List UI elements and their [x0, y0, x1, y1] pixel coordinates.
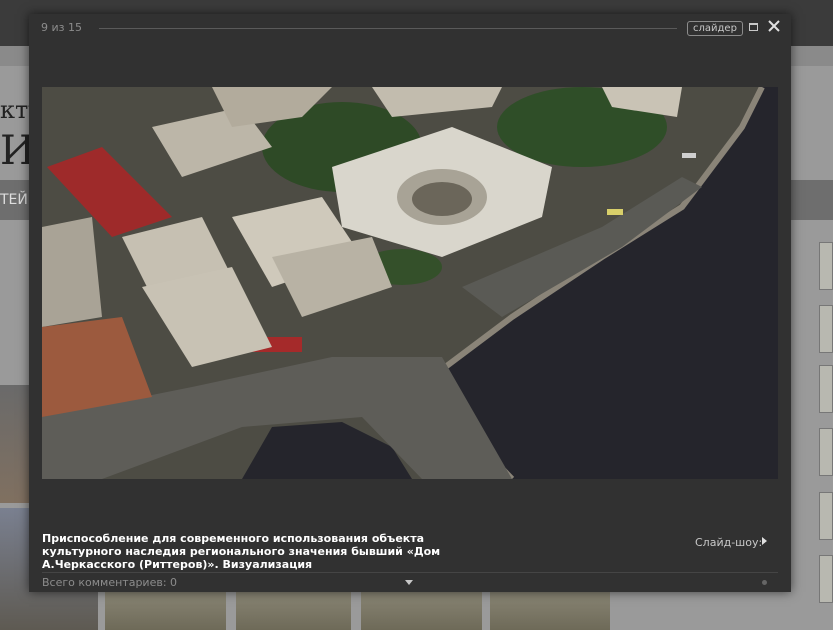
aerial-city-photo: [42, 87, 778, 479]
background-nav-fragment: ТЕЙ: [0, 192, 28, 208]
background-side-thumbnail: [819, 365, 833, 413]
slideshow-label[interactable]: Слайд-шоу:: [695, 536, 762, 549]
play-icon[interactable]: [762, 537, 767, 545]
image-counter: 9 из 15: [41, 21, 82, 34]
image-caption: Приспособление для современного использо…: [42, 532, 441, 571]
maximize-icon[interactable]: [749, 23, 758, 31]
background-image-left: [0, 385, 30, 503]
background-side-thumbnail: [819, 305, 833, 353]
comments-count[interactable]: Всего комментариев: 0: [42, 576, 177, 589]
dot-icon: [762, 580, 767, 585]
progress-line: [99, 28, 677, 29]
background-side-thumbnail: [819, 555, 833, 603]
image-lightbox: 9 из 15 слайдер Приспособление для совре…: [29, 14, 791, 592]
background-side-thumbnail: [819, 428, 833, 476]
divider: [42, 572, 778, 573]
background-side-thumbnail: [819, 492, 833, 540]
slider-button[interactable]: слайдер: [687, 21, 743, 36]
background-side-thumbnail: [819, 242, 833, 290]
close-icon[interactable]: [767, 19, 781, 33]
chevron-down-icon[interactable]: [405, 580, 413, 585]
